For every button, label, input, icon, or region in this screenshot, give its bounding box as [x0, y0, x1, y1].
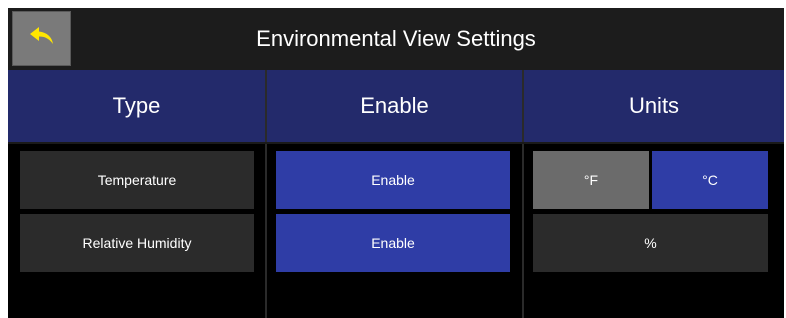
unit-button-celsius[interactable]: °C [652, 151, 768, 209]
enable-button-relative-humidity[interactable]: Enable [276, 214, 510, 272]
title-bar: Environmental View Settings [8, 8, 784, 70]
type-label-relative-humidity: Relative Humidity [20, 214, 254, 272]
type-label-temperature: Temperature [20, 151, 254, 209]
column-header-units: Units [524, 70, 784, 142]
column-divider [522, 70, 524, 318]
enable-button-temperature[interactable]: Enable [276, 151, 510, 209]
back-arrow-icon [29, 26, 55, 51]
page-title: Environmental View Settings [256, 26, 536, 51]
column-divider [265, 70, 267, 318]
column-header-type: Type [8, 70, 265, 142]
unit-button-fahrenheit[interactable]: °F [533, 151, 649, 209]
unit-button-percent[interactable]: % [533, 214, 768, 272]
column-header-enable: Enable [267, 70, 522, 142]
settings-screen: Environmental View Settings Type Enable … [8, 8, 784, 318]
back-button[interactable] [12, 11, 71, 66]
header-divider [8, 142, 784, 144]
